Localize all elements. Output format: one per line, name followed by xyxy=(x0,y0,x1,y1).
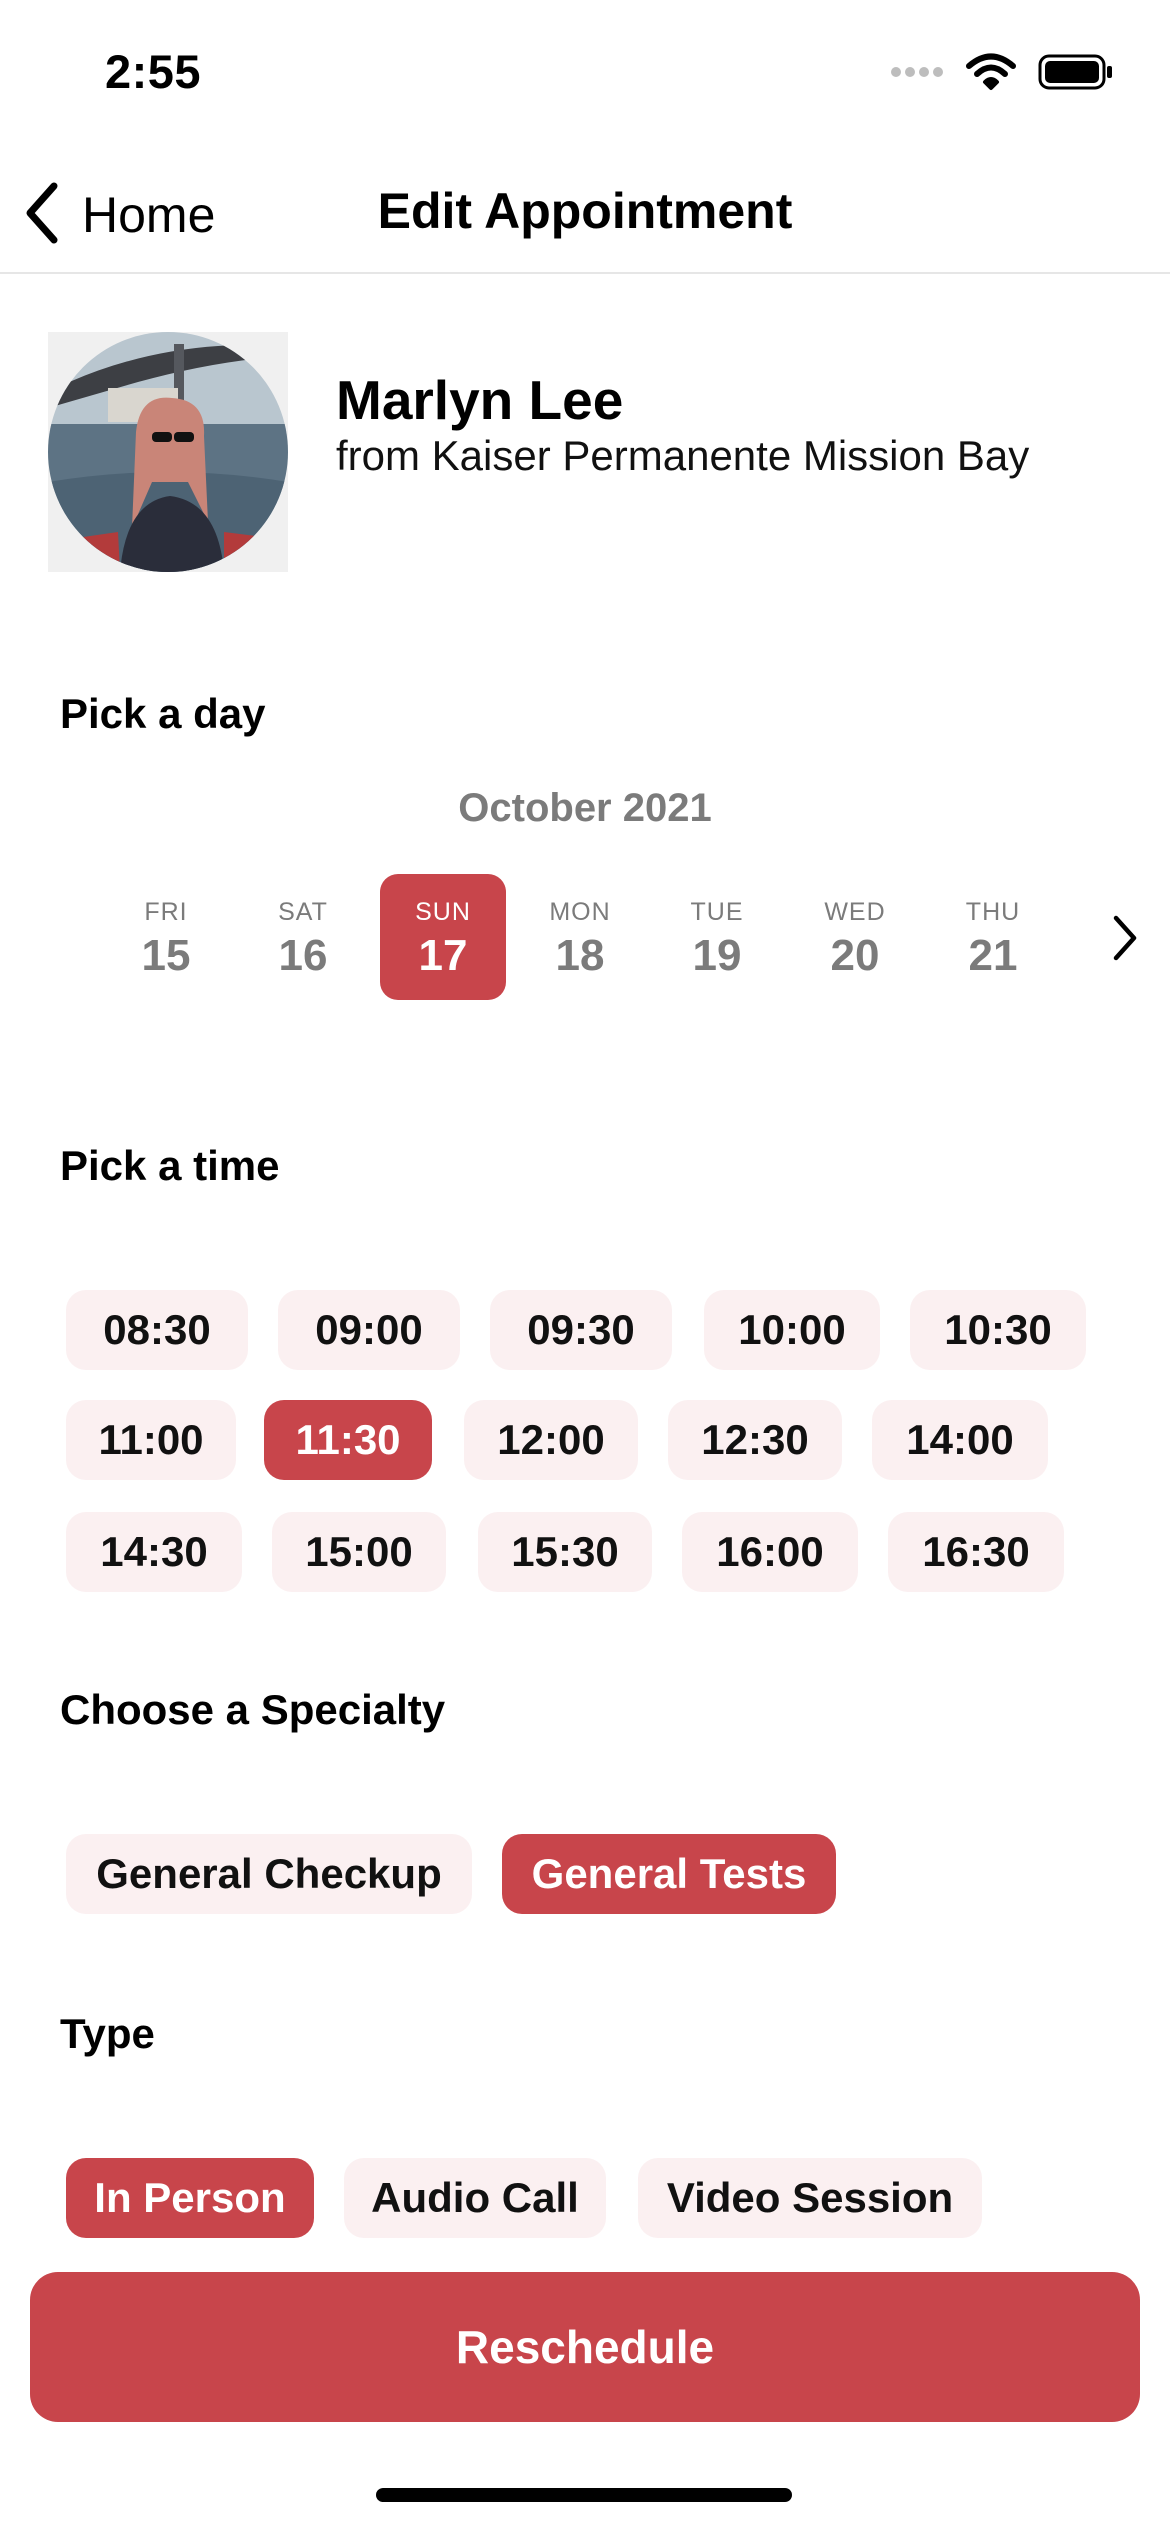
day-fri-15[interactable]: FRI 15 xyxy=(103,874,229,1000)
wifi-icon xyxy=(966,53,1016,96)
day-of-week: SAT xyxy=(278,898,328,926)
day-number: 16 xyxy=(278,931,328,980)
time-slot[interactable]: 14:00 xyxy=(872,1400,1048,1480)
chevron-right-icon xyxy=(1098,915,1148,974)
time-slot[interactable]: 09:30 xyxy=(490,1290,672,1370)
day-number: 19 xyxy=(692,931,742,980)
next-days-button[interactable] xyxy=(1098,906,1148,970)
day-number: 15 xyxy=(141,931,191,980)
day-number: 20 xyxy=(830,931,880,980)
doctor-profile: Marlyn Lee from Kaiser Permanente Missio… xyxy=(48,332,1128,572)
time-slot[interactable]: 16:00 xyxy=(682,1512,858,1592)
day-of-week: FRI xyxy=(144,898,188,926)
doctor-name: Marlyn Lee xyxy=(336,369,624,431)
day-wed-20[interactable]: WED 20 xyxy=(792,874,918,1000)
cellular-signal-icon xyxy=(890,65,944,84)
type-option-in-person[interactable]: In Person xyxy=(66,2158,314,2238)
day-of-week: SUN xyxy=(415,898,471,926)
type-option-audio-call[interactable]: Audio Call xyxy=(344,2158,606,2238)
specialty-label: Choose a Specialty xyxy=(60,1686,446,1733)
day-number: 17 xyxy=(418,931,468,980)
status-bar: 2:55 xyxy=(0,0,1170,140)
time-slot[interactable]: 12:30 xyxy=(668,1400,842,1480)
day-number: 18 xyxy=(555,931,605,980)
day-tue-19[interactable]: TUE 19 xyxy=(654,874,780,1000)
battery-icon xyxy=(1038,54,1114,95)
time-slot[interactable]: 10:30 xyxy=(910,1290,1086,1370)
page-title: Edit Appointment xyxy=(377,183,793,239)
day-number: 21 xyxy=(968,931,1018,980)
pick-day-label: Pick a day xyxy=(60,690,266,737)
day-sat-16[interactable]: SAT 16 xyxy=(240,874,366,1000)
time-slot-selected[interactable]: 11:30 xyxy=(264,1400,432,1480)
navigation-bar: Home Edit Appointment xyxy=(0,160,1170,274)
time-slot[interactable]: 09:00 xyxy=(278,1290,460,1370)
home-indicator[interactable] xyxy=(376,2488,792,2502)
day-picker: FRI 15 SAT 16 SUN 17 MON 18 TUE 19 WED 2… xyxy=(0,874,1170,1000)
time-slot[interactable]: 10:00 xyxy=(704,1290,880,1370)
time-slot[interactable]: 15:30 xyxy=(478,1512,652,1592)
day-mon-18[interactable]: MON 18 xyxy=(517,874,643,1000)
avatar xyxy=(48,332,288,572)
status-time: 2:55 xyxy=(105,45,202,98)
time-slot[interactable]: 15:00 xyxy=(272,1512,446,1592)
doctor-organization: from Kaiser Permanente Mission Bay xyxy=(336,432,1030,479)
type-label: Type xyxy=(60,2010,155,2057)
time-slot[interactable]: 16:30 xyxy=(888,1512,1064,1592)
pick-time-label: Pick a time xyxy=(60,1142,280,1189)
day-of-week: MON xyxy=(549,898,611,926)
day-thu-21[interactable]: THU 21 xyxy=(930,874,1056,1000)
specialty-option-general-tests[interactable]: General Tests xyxy=(502,1834,836,1914)
day-of-week: THU xyxy=(965,898,1021,926)
time-slot[interactable]: 12:00 xyxy=(464,1400,638,1480)
status-icons xyxy=(890,52,1114,96)
day-of-week: WED xyxy=(824,898,886,926)
time-slot[interactable]: 11:00 xyxy=(66,1400,236,1480)
day-of-week: TUE xyxy=(690,898,744,926)
month-label: October 2021 xyxy=(458,786,712,830)
reschedule-button[interactable]: Reschedule xyxy=(30,2272,1140,2422)
day-sun-17[interactable]: SUN 17 xyxy=(380,874,506,1000)
time-slot[interactable]: 08:30 xyxy=(66,1290,248,1370)
time-slot[interactable]: 14:30 xyxy=(66,1512,242,1592)
specialty-option-general-checkup[interactable]: General Checkup xyxy=(66,1834,472,1914)
type-option-video-session[interactable]: Video Session xyxy=(638,2158,982,2238)
